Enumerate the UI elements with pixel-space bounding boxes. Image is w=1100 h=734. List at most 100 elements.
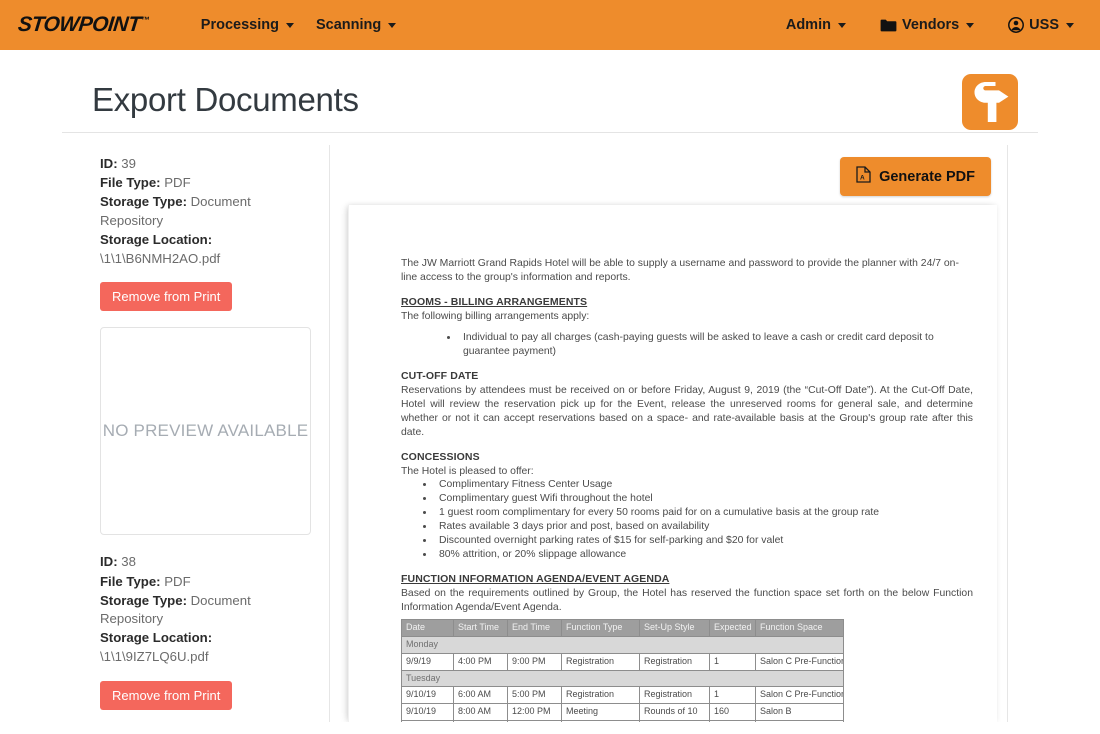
document-filetype-line: File Type: PDF (100, 573, 311, 591)
pdf-text-body: The JW Marriott Grand Rapids Hotel will … (401, 257, 973, 722)
cell-date: 9/10/19 (401, 686, 454, 705)
nav-item-user[interactable]: USS (1008, 17, 1074, 33)
doc-billing-lead: The following billing arrangements apply… (401, 310, 590, 322)
remove-from-print-button[interactable]: Remove from Print (100, 282, 233, 312)
documents-sidebar[interactable]: ID: 39 File Type: PDF Storage Type: Docu… (92, 145, 330, 722)
brand-logo-text[interactable]: STOWPOINT™ (17, 13, 150, 37)
document-storagetype-label: Storage Type: (100, 194, 187, 210)
nav-item-vendors-label: Vendors (901, 17, 960, 33)
chevron-down-icon (837, 22, 846, 28)
stowpoint-logo (962, 74, 1018, 130)
cell-start-time: 8:00 AM (453, 720, 508, 722)
page-title: Export Documents (92, 80, 359, 118)
cell-date: 9/9/19 (401, 652, 454, 671)
cell-expected: 1 (709, 652, 756, 671)
document-storagetype-line: Storage Type: Document Repository (100, 193, 311, 229)
cell-function-space: Salon B (755, 703, 844, 722)
document-id-value: 39 (121, 156, 136, 171)
list-item: Rates available 3 days prior and post, b… (435, 520, 973, 534)
function-agenda-table: Date Start Time End Time Function Type S… (401, 618, 844, 722)
table-row: 9/10/19 8:00 AM 12:00 PM Meeting Rounds … (401, 703, 844, 722)
cell-expected: 1 (709, 686, 756, 705)
brand-name: STOWPOINT (16, 13, 142, 36)
nav-item-admin[interactable]: Admin (786, 17, 846, 33)
day-label: Monday (401, 635, 844, 654)
column-header-function-type: Function Type (561, 618, 640, 637)
document-preview-placeholder: NO PREVIEW AVAILABLE (100, 327, 311, 536)
document-storagelocation-label: Storage Location: (100, 630, 213, 646)
list-item: Complimentary guest Wifi throughout the … (435, 492, 973, 506)
chevron-down-icon (285, 22, 294, 28)
list-item: Individual to pay all charges (cash-payi… (459, 331, 973, 359)
list-item: Discounted overnight parking rates of $1… (435, 534, 973, 548)
chevron-down-icon (966, 22, 975, 28)
cell-date: 9/10/19 (401, 720, 454, 722)
table-header: Date Start Time End Time Function Type S… (401, 618, 844, 637)
table-row: 9/10/19 8:00 AM 5:00 PM Meeting Schoolro… (401, 720, 844, 722)
doc-cutoff-heading: CUT-OFF DATE (401, 370, 479, 383)
cell-start-time: 8:00 AM (453, 703, 508, 722)
viewer-toolbar: A Generate PDF (330, 145, 1007, 206)
nav-item-scanning[interactable]: Scanning (315, 17, 397, 33)
column-header-date: Date (401, 618, 454, 637)
cell-function-type: Meeting (561, 720, 640, 722)
cell-function-space: Salon C Pre-Function (755, 686, 844, 705)
document-filetype-label: File Type: (100, 573, 161, 589)
document-filetype-value: PDF (164, 175, 191, 191)
no-preview-text: NO PREVIEW AVAILABLE (102, 421, 309, 441)
cell-function-type: Registration (561, 652, 640, 671)
document-viewer[interactable]: A Generate PDF The JW Marriott Grand Rap… (330, 145, 1008, 722)
cell-setup-style: Registration (639, 686, 710, 705)
doc-cutoff-body: Reservations by attendees must be receiv… (401, 385, 973, 438)
list-item: Complimentary Fitness Center Usage (435, 478, 973, 492)
list-item: 1 guest room complimentary for every 50 … (435, 506, 973, 520)
document-id-label: ID: (100, 554, 118, 570)
nav-item-scanning-label: Scanning (315, 17, 382, 33)
cell-start-time: 6:00 AM (453, 686, 508, 705)
column-header-expected: Expected (709, 618, 756, 637)
svg-text:A: A (860, 174, 865, 181)
generate-pdf-label: Generate PDF (879, 168, 975, 185)
cell-end-time: 12:00 PM (507, 703, 562, 722)
nav-item-vendors[interactable]: Vendors (880, 17, 975, 33)
table-row: 9/10/19 6:00 AM 5:00 PM Registration Reg… (401, 686, 844, 705)
doc-concessions-heading: CONCESSIONS (401, 450, 480, 463)
document-storagelocation-value: \1\1\B6NMH2AO.pdf (100, 251, 221, 267)
user-circle-icon (1008, 17, 1025, 33)
document-storagetype-line: Storage Type: Document Repository (100, 592, 311, 628)
document-card: ID: 38 File Type: PDF Storage Type: Docu… (100, 553, 311, 722)
document-storagelocation-label: Storage Location: (100, 231, 213, 247)
cell-setup-style: Registration (639, 652, 710, 671)
cell-function-type: Meeting (561, 703, 640, 722)
cell-date: 9/10/19 (401, 703, 454, 722)
folder-icon (880, 19, 897, 32)
cell-start-time: 4:00 PM (453, 652, 508, 671)
table-day-row: Tuesday (401, 669, 844, 688)
chevron-down-icon (388, 22, 397, 28)
doc-concessions-bullets: Complimentary Fitness Center Usage Compl… (435, 478, 973, 562)
remove-from-print-button[interactable]: Remove from Print (100, 680, 233, 710)
cell-end-time: 5:00 PM (507, 686, 562, 705)
cell-function-space: Salon C Pre-Function (755, 652, 844, 671)
nav-item-processing[interactable]: Processing (201, 17, 294, 33)
generate-pdf-button[interactable]: A Generate PDF (840, 157, 991, 196)
navbar-left-group: STOWPOINT™ Processing Scanning (17, 13, 397, 37)
cell-setup-style: Schoolroom (639, 720, 710, 722)
document-filetype-line: File Type: PDF (100, 174, 311, 192)
document-id-line: ID: 39 (100, 155, 311, 173)
cell-setup-style: Rounds of 10 (639, 703, 710, 722)
document-card: ID: 39 File Type: PDF Storage Type: Docu… (100, 155, 311, 536)
table-day-row: Monday (401, 635, 844, 654)
cell-end-time: 9:00 PM (507, 652, 562, 671)
document-id-value: 38 (121, 554, 136, 570)
document-filetype-label: File Type: (100, 175, 161, 191)
column-header-function-space: Function Space (755, 618, 844, 637)
doc-billing-bullets: Individual to pay all charges (cash-payi… (459, 331, 973, 359)
day-label: Tuesday (401, 669, 844, 688)
cell-function-type: Registration (561, 686, 640, 705)
list-item: 80% attrition, or 20% slippage allowance (435, 548, 973, 562)
pdf-page: The JW Marriott Grand Rapids Hotel will … (348, 205, 997, 722)
nav-item-processing-label: Processing (200, 17, 279, 33)
column-header-start-time: Start Time (453, 618, 508, 637)
nav-item-user-label: USS (1029, 17, 1059, 33)
